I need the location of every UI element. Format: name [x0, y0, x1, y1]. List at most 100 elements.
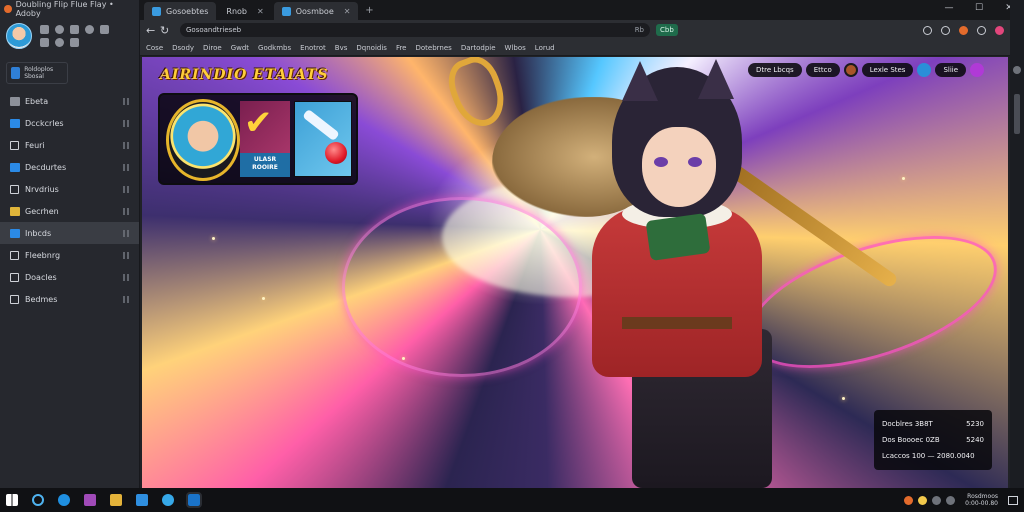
- profile-toolbar: [40, 25, 120, 47]
- sidebar-item[interactable]: Inbcds: [0, 222, 139, 244]
- sidebar-item[interactable]: Doacles: [0, 266, 139, 288]
- taskbar: Rosdmoos 0:00-00.80: [0, 488, 1024, 512]
- bookmark-link[interactable]: Dsody: [172, 44, 194, 52]
- bookmark-link[interactable]: Godkmbs: [258, 44, 291, 52]
- app-icon[interactable]: [84, 494, 96, 506]
- store-icon[interactable]: [136, 494, 148, 506]
- drag-handle-icon[interactable]: [123, 295, 131, 303]
- bookmark-link[interactable]: Dartodpie: [461, 44, 496, 52]
- sidebar-item-label: Doacles: [25, 272, 57, 282]
- bookmark-icon[interactable]: [923, 25, 932, 35]
- player-card[interactable]: ✔ ULASR ROOIRE: [158, 93, 358, 185]
- list-icon[interactable]: [40, 38, 49, 47]
- gem-icon[interactable]: [917, 63, 932, 77]
- close-icon[interactable]: ✕: [344, 7, 351, 16]
- drag-handle-icon[interactable]: [123, 185, 131, 193]
- notification-icon[interactable]: [1008, 495, 1018, 505]
- stat-row: Docblres 3B8T 5230: [882, 416, 984, 432]
- profile-icon[interactable]: [995, 25, 1004, 35]
- spark: [262, 297, 265, 300]
- bookmark-link[interactable]: Enotrot: [300, 44, 326, 52]
- sidebar-titlebar: Doubling Flip Flue Flay • Adoby: [0, 0, 139, 18]
- hud-button-3[interactable]: Lexle Stes: [861, 63, 914, 77]
- bookmark-link[interactable]: Dotebrnes: [416, 44, 452, 52]
- magic-icon[interactable]: [970, 63, 985, 77]
- bookmark-link[interactable]: Fre: [396, 44, 407, 52]
- drag-handle-icon[interactable]: [123, 141, 131, 149]
- drag-handle-icon[interactable]: [123, 251, 131, 259]
- maximize-button[interactable]: ☐: [964, 0, 994, 16]
- refresh-icon[interactable]: ↻: [160, 24, 174, 37]
- bookmark-link[interactable]: Cose: [146, 44, 163, 52]
- bookmark-link[interactable]: Gwdt: [231, 44, 249, 52]
- drag-handle-icon[interactable]: [123, 207, 131, 215]
- drag-handle-icon[interactable]: [123, 97, 131, 105]
- profile-row: [0, 18, 139, 54]
- character-sprite[interactable]: [441, 57, 899, 488]
- close-icon[interactable]: ✕: [257, 7, 264, 16]
- spark: [212, 237, 215, 240]
- tray-app-icon[interactable]: [918, 495, 928, 505]
- sidebar-item-label: Nrvdrius: [25, 184, 59, 194]
- grid-icon[interactable]: [100, 25, 109, 34]
- history-icon[interactable]: [941, 25, 950, 35]
- side-icon[interactable]: [1013, 66, 1021, 74]
- download-icon[interactable]: [977, 25, 986, 35]
- folder-icon[interactable]: [110, 494, 122, 506]
- bookmark-link[interactable]: Bvs: [335, 44, 348, 52]
- bookmark-link[interactable]: Diroe: [203, 44, 222, 52]
- bookmark-link[interactable]: Wlbos: [505, 44, 526, 52]
- active-app-icon[interactable]: [186, 492, 202, 508]
- network-icon[interactable]: [932, 495, 942, 505]
- sidebar-item[interactable]: Gecrhen: [0, 200, 139, 222]
- new-tab-button[interactable]: +: [360, 2, 378, 20]
- sidebar-item[interactable]: Ebeta: [0, 90, 139, 112]
- hud-button-2[interactable]: Ettco: [805, 63, 840, 77]
- drag-handle-icon[interactable]: [123, 163, 131, 171]
- avatar[interactable]: [6, 23, 32, 49]
- drag-handle-icon[interactable]: [123, 229, 131, 237]
- sidebar-item[interactable]: Fleebnrg: [0, 244, 139, 266]
- clock[interactable]: Rosdmoos 0:00-00.80: [965, 493, 998, 507]
- settings-icon[interactable]: [85, 25, 94, 34]
- tab-2[interactable]: Rnob ✕: [218, 2, 271, 20]
- home-icon[interactable]: [40, 25, 49, 34]
- sidebar-item[interactable]: Feuri: [0, 134, 139, 156]
- lock-icon[interactable]: [70, 38, 79, 47]
- tab-3[interactable]: Oosmboe ✕: [273, 2, 359, 20]
- game-viewport[interactable]: AIRINDIO ETAIATS ✔ ULASR ROOIRE Dtre Lbc…: [142, 57, 1008, 488]
- url-input[interactable]: Gosoandtrieseb Rb: [180, 23, 650, 37]
- drag-handle-icon[interactable]: [123, 119, 131, 127]
- bookmark-link[interactable]: Lorud: [535, 44, 555, 52]
- search-icon[interactable]: [32, 494, 44, 506]
- folder-icon: [10, 162, 20, 172]
- star-icon[interactable]: [55, 38, 64, 47]
- tab-1[interactable]: Gosoebtes: [144, 2, 217, 20]
- edge-icon[interactable]: [58, 494, 70, 506]
- clock-date: 0:00-00.80: [965, 500, 998, 507]
- cloud-icon: [11, 67, 21, 79]
- browser-icon[interactable]: [162, 494, 174, 506]
- skill-slot[interactable]: [294, 101, 352, 177]
- bookmark-link[interactable]: Dqnoidis: [356, 44, 387, 52]
- user-icon[interactable]: [55, 25, 64, 34]
- sidebar-item[interactable]: Decdurtes: [0, 156, 139, 178]
- volume-icon[interactable]: [946, 495, 956, 505]
- coin-icon[interactable]: [843, 63, 858, 77]
- account-chip[interactable]: Roldoplos Sbosal: [6, 62, 68, 84]
- sidebar-item[interactable]: Dcckcrles: [0, 112, 139, 134]
- sidebar-item[interactable]: Nrvdrius: [0, 178, 139, 200]
- hud-button-4[interactable]: Sliie: [935, 63, 967, 77]
- tray-app-icon[interactable]: [904, 495, 914, 505]
- minimize-button[interactable]: —: [934, 0, 964, 16]
- extension-pill[interactable]: Cbb: [656, 24, 678, 36]
- start-icon[interactable]: [6, 494, 18, 506]
- mail-icon[interactable]: [70, 25, 79, 34]
- tab-favicon-icon: [152, 6, 161, 16]
- extension-icon[interactable]: [959, 25, 968, 35]
- back-button[interactable]: ←: [146, 24, 160, 37]
- scrollbar[interactable]: [1014, 94, 1020, 134]
- drag-handle-icon[interactable]: [123, 273, 131, 281]
- sidebar-item[interactable]: Bedmes: [0, 288, 139, 310]
- hud-button-1[interactable]: Dtre Lbcqs: [748, 63, 802, 77]
